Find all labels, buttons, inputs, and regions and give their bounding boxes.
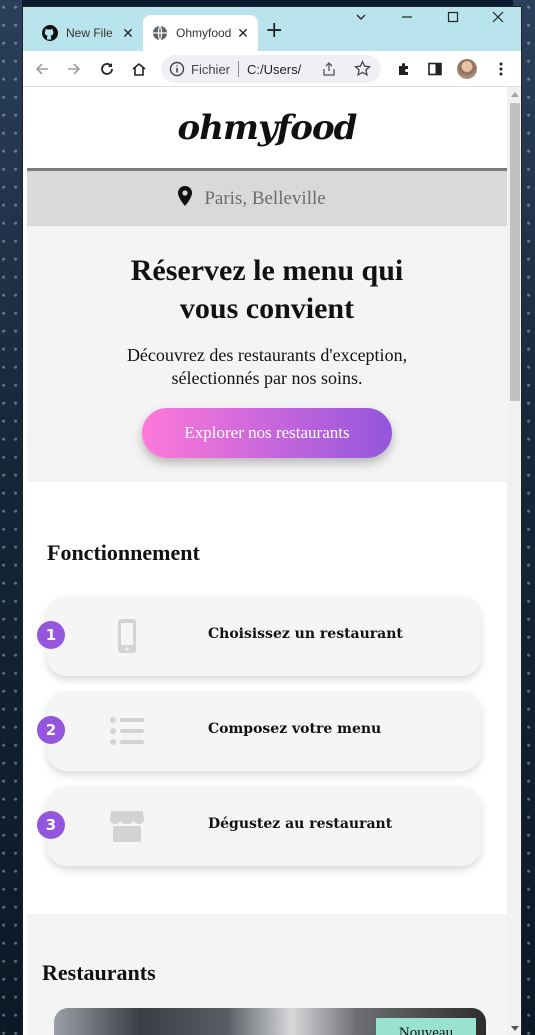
minimize-icon[interactable] [392,11,422,27]
new-tab-icon[interactable]: + [265,20,283,42]
maximize-icon[interactable] [438,11,468,27]
step-label: Composez votre menu [208,721,382,737]
step-card: 3 Dégustez au restaurant [37,786,481,866]
location-bar: Paris, Belleville [27,171,507,226]
extensions-icon[interactable] [393,58,415,80]
site-header: ohmyfood [27,87,507,171]
hero-title: Réservez le menu qui vous convient [130,254,404,325]
step-card: 2 Composez votre menu [37,691,481,771]
profile-avatar[interactable] [457,59,477,79]
back-icon[interactable] [31,58,53,80]
tab-close-icon[interactable]: ✕ [119,25,137,42]
tab-close-icon[interactable]: ✕ [234,25,252,42]
share-icon[interactable] [321,61,337,80]
browser-window: New File ✕ Ohmyfood ✕ + Fichier C:/Users… [22,6,522,1035]
mobile-phone-icon [109,618,145,654]
bookmark-star-icon[interactable] [354,60,371,80]
forward-icon[interactable] [63,58,85,80]
more-menu-icon[interactable] [490,58,512,80]
step-label: Dégustez au restaurant [208,816,393,832]
info-icon[interactable] [169,61,185,80]
reload-icon[interactable] [96,58,118,80]
address-url[interactable]: C:/Users/ [247,62,315,77]
list-icon [109,713,145,749]
hero-subtitle: Découvrez des restaurants d'exception, s… [126,345,408,388]
tab-ohmyfood[interactable]: Ohmyfood ✕ [143,15,258,51]
globe-icon [152,25,168,41]
side-panel-icon[interactable] [424,58,446,80]
new-badge: Nouveau [376,1018,476,1035]
site-logo[interactable]: ohmyfood [178,108,358,148]
step-number-badge: 3 [37,811,65,839]
tab-search-icon[interactable] [346,11,376,27]
step-label: Choisissez un restaurant [208,626,403,642]
section-title: Fonctionnement [47,540,200,565]
desktop-background-left [0,0,22,1035]
github-icon [42,25,58,41]
explore-restaurants-button[interactable]: Explorer nos restaurants [142,408,392,458]
scroll-up-arrow-icon[interactable] [511,92,519,97]
home-icon[interactable] [128,58,150,80]
section-title: Restaurants [42,960,156,985]
store-icon [109,808,145,844]
hero-section: Réservez le menu qui vous convient Décou… [27,226,507,482]
address-scheme-label: Fichier [191,61,231,77]
close-window-icon[interactable] [483,11,513,27]
tab-label: New File [66,26,113,40]
step-card: 1 Choisissez un restaurant [37,596,481,676]
tab-new-file[interactable]: New File ✕ [33,15,143,51]
step-number-badge: 1 [37,621,65,649]
scroll-thumb[interactable] [510,103,520,401]
page-scrollbar[interactable] [507,87,521,1035]
scroll-down-arrow-icon[interactable] [511,1026,519,1031]
browser-toolbar: Fichier C:/Users/ [23,51,521,87]
address-separator [238,61,240,77]
tab-strip: New File ✕ Ohmyfood ✕ + [23,7,521,51]
restaurant-card-image[interactable]: Nouveau [54,1008,486,1035]
location-pin-icon [178,185,193,212]
how-it-works-section: Fonctionnement 1 Choisissez un restauran… [27,482,507,914]
restaurants-section: Restaurants Nouveau [27,914,507,1035]
step-number-badge: 2 [37,716,65,744]
location-text: Paris, Belleville [204,187,326,209]
tab-label: Ohmyfood [176,26,232,40]
address-bar[interactable]: Fichier C:/Users/ [161,55,381,83]
page-viewport: ohmyfood Paris, Belleville Réservez le m… [23,87,507,1035]
